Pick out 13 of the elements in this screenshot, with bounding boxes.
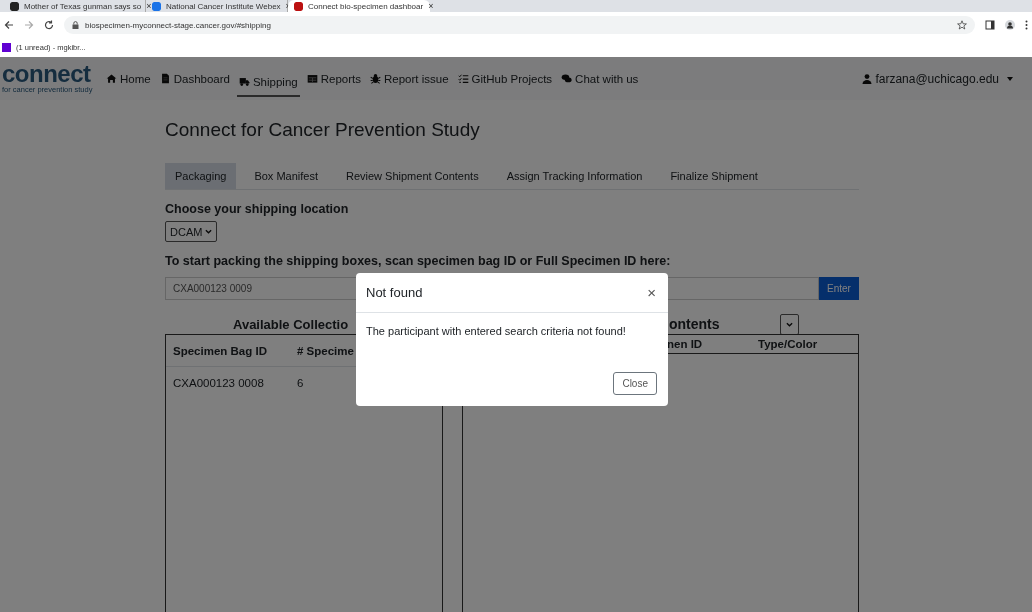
panel-heading: Available Collectio (233, 316, 349, 332)
dialog-title: Not found (366, 285, 423, 300)
table-cell: 6 (297, 377, 304, 389)
column-header: # Specime (297, 344, 354, 357)
table-cell-text: CXA000123 0008 (172, 377, 265, 389)
column-header: Specimen Bag ID (172, 344, 268, 357)
dialog-message: The participant with entered search criteria not found! (365, 324, 627, 339)
page-title: Connect for Cancer Prevention Study (165, 119, 481, 142)
panel-heading: ontents (669, 316, 720, 332)
column-header: Type/Color (758, 338, 818, 350)
column-header: nen ID (666, 338, 704, 350)
field-label: Choose your shipping location (165, 202, 350, 216)
field-label: To start packing the shipping boxes, scan specimen bag ID or Full Specimen ID here: (165, 254, 672, 268)
